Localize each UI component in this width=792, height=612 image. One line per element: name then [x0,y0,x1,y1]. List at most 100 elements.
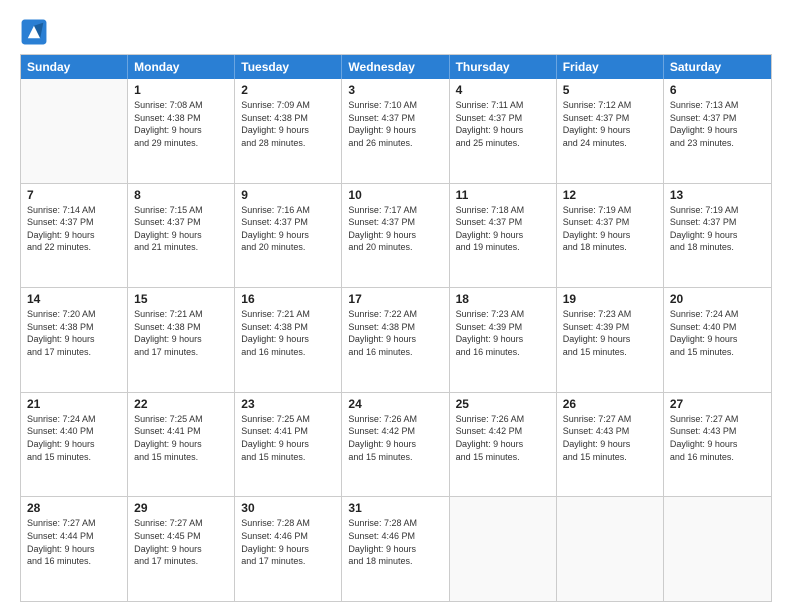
cell-info-line: Daylight: 9 hours [27,333,121,346]
day-number: 8 [134,188,228,202]
header-day-tuesday: Tuesday [235,55,342,79]
calendar-row-3: 21 Sunrise: 7:24 AMSunset: 4:40 PM Dayligh… [21,393,771,498]
cell-info-line: and 28 minutes. [241,137,335,150]
cell-info-line: Sunrise: 7:10 AM [348,99,442,112]
cell-info-line: Sunrise: 7:21 AM [134,308,228,321]
cell-info-line: Sunrise: 7:15 AM [134,204,228,217]
calendar-cell-4-6 [664,497,771,601]
day-number: 21 [27,397,121,411]
calendar-cell-0-2: 2Sunrise: 7:09 AMSunset: 4:38 PMDaylight… [235,79,342,183]
calendar-cell-1-0: 7Sunrise: 7:14 AMSunset: 4:37 PMDaylight… [21,184,128,288]
day-number: 12 [563,188,657,202]
cell-info-line: Sunset: 4:38 PM [134,112,228,125]
day-number: 27 [670,397,765,411]
cell-info-line: Sunrise: 7:14 AM [27,204,121,217]
cell-info-line: Sunrise: 7:26 AM [456,413,550,426]
cell-info-line: Daylight: 9 hours [670,229,765,242]
cell-info-line: Sunrise: 7:25 AM [241,413,335,426]
cell-info-line: and 17 minutes. [27,346,121,359]
cell-info-line: and 23 minutes. [670,137,765,150]
calendar-cell-4-1: 29Sunrise: 7:27 AMSunset: 4:45 PMDayligh… [128,497,235,601]
cell-info-line: and 16 minutes. [27,555,121,568]
cell-info-line: Daylight: 9 hours [241,333,335,346]
cell-info-line: Sunset: 4:41 PM [134,425,228,438]
cell-info-line: Sunrise: 7:19 AM [670,204,765,217]
day-number: 20 [670,292,765,306]
day-number: 19 [563,292,657,306]
cell-info-line: Sunset: 4:38 PM [348,321,442,334]
calendar-cell-2-5: 19Sunrise: 7:23 AMSunset: 4:39 PMDayligh… [557,288,664,392]
cell-info-line: Daylight: 9 hours [27,543,121,556]
cell-info-line: Daylight: 9 hours [563,229,657,242]
cell-info-line: Sunset: 4:46 PM [241,530,335,543]
day-number: 22 [134,397,228,411]
cell-info-line: and 16 minutes. [348,346,442,359]
calendar-cell-2-3: 17Sunrise: 7:22 AMSunset: 4:38 PMDayligh… [342,288,449,392]
cell-info-line: Sunset: 4:40 PM [27,425,121,438]
calendar-row-4: 28Sunrise: 7:27 AMSunset: 4:44 PMDayligh… [21,497,771,601]
calendar-cell-1-3: 10Sunrise: 7:17 AMSunset: 4:37 PMDayligh… [342,184,449,288]
calendar-cell-4-0: 28Sunrise: 7:27 AMSunset: 4:44 PMDayligh… [21,497,128,601]
cell-info-line: Sunrise: 7:24 AM [27,413,121,426]
cell-info-line: Daylight: 9 hours [241,124,335,137]
cell-info-line: Sunset: 4:37 PM [348,216,442,229]
calendar-cell-2-1: 15Sunrise: 7:21 AMSunset: 4:38 PMDayligh… [128,288,235,392]
cell-info-line: Sunrise: 7:20 AM [27,308,121,321]
header-day-wednesday: Wednesday [342,55,449,79]
cell-info-line: Daylight: 9 hours [348,229,442,242]
cell-info-line: Sunset: 4:38 PM [241,112,335,125]
logo [20,18,52,46]
calendar-cell-3-5: 26Sunrise: 7:27 AMSunset: 4:43 PMDayligh… [557,393,664,497]
cell-info-line: Sunset: 4:41 PM [241,425,335,438]
cell-info-line: Sunrise: 7:11 AM [456,99,550,112]
cell-info-line: Sunset: 4:39 PM [456,321,550,334]
cell-info-line: and 17 minutes. [241,555,335,568]
calendar-row-0: 1Sunrise: 7:08 AMSunset: 4:38 PMDaylight… [21,79,771,184]
cell-info-line: and 15 minutes. [241,451,335,464]
cell-info-line: Sunset: 4:37 PM [27,216,121,229]
cell-info-line: and 24 minutes. [563,137,657,150]
cell-info-line: Sunset: 4:38 PM [27,321,121,334]
calendar-cell-1-5: 12 Sunrise: 7:19 AMSunset: 4:37 PMDayligh… [557,184,664,288]
cell-info-line: Sunset: 4:37 PM [456,112,550,125]
cell-info-line: Daylight: 9 hours [27,229,121,242]
cell-info-line: Sunrise: 7:21 AM [241,308,335,321]
calendar-cell-4-3: 31Sunrise: 7:28 AMSunset: 4:46 PMDayligh… [342,497,449,601]
cell-info-line: Sunset: 4:37 PM [456,216,550,229]
cell-info-line: Sunset: 4:37 PM [563,112,657,125]
cell-info-line: and 15 minutes. [134,451,228,464]
cell-info-line: Sunrise: 7:27 AM [27,517,121,530]
calendar-cell-0-4: 4Sunrise: 7:11 AMSunset: 4:37 PMDaylight… [450,79,557,183]
cell-info-line: and 21 minutes. [134,241,228,254]
cell-info-line: and 15 minutes. [563,346,657,359]
day-number: 15 [134,292,228,306]
cell-info-line: and 16 minutes. [241,346,335,359]
cell-info-line: Daylight: 9 hours [670,438,765,451]
calendar-cell-3-0: 21Sunrise: 7:24 AMSunset: 4:40 PMDayligh… [21,393,128,497]
cell-info-line: Sunset: 4:37 PM [563,216,657,229]
cell-info-line: Sunrise: 7:25 AM [134,413,228,426]
cell-info-line: Sunrise: 7:23 AM [456,308,550,321]
calendar: SundayMondayTuesdayWednesdayThursdayFrid… [20,54,772,602]
cell-info-line: and 20 minutes. [241,241,335,254]
calendar-cell-1-2: 9Sunrise: 7:16 AMSunset: 4:37 PMDaylight… [235,184,342,288]
cell-info-line: Daylight: 9 hours [670,333,765,346]
cell-info-line: and 17 minutes. [134,346,228,359]
day-number: 13 [670,188,765,202]
cell-info-line: and 29 minutes. [134,137,228,150]
cell-info-line: and 16 minutes. [670,451,765,464]
cell-info-line: Daylight: 9 hours [134,124,228,137]
day-number: 25 [456,397,550,411]
cell-info-line: Sunrise: 7:09 AM [241,99,335,112]
cell-info-line: Daylight: 9 hours [456,124,550,137]
calendar-cell-0-3: 3Sunrise: 7:10 AMSunset: 4:37 PMDaylight… [342,79,449,183]
day-number: 9 [241,188,335,202]
cell-info-line: Sunrise: 7:18 AM [456,204,550,217]
calendar-cell-2-2: 16Sunrise: 7:21 AMSunset: 4:38 PMDayligh… [235,288,342,392]
cell-info-line: Daylight: 9 hours [134,229,228,242]
calendar-row-1: 7Sunrise: 7:14 AMSunset: 4:37 PMDaylight… [21,184,771,289]
calendar-cell-3-1: 22Sunrise: 7:25 AMSunset: 4:41 PMDayligh… [128,393,235,497]
cell-info-line: Sunrise: 7:19 AM [563,204,657,217]
cell-info-line: Daylight: 9 hours [563,438,657,451]
cell-info-line: and 16 minutes. [456,346,550,359]
